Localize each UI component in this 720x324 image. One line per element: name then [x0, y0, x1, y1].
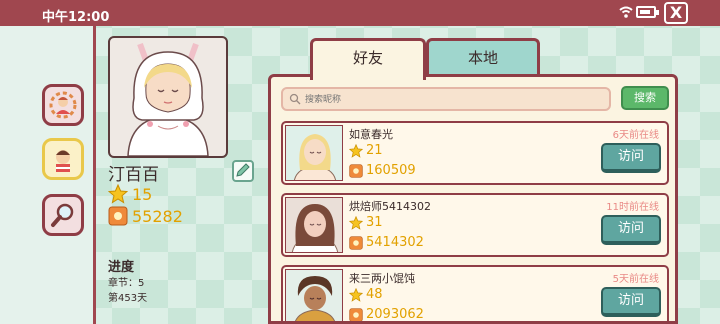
friend-points-value: 2093062 — [366, 307, 424, 322]
clock-time: 中午12:00 — [42, 10, 110, 25]
star-icon — [349, 215, 363, 230]
visit-button[interactable]: 访问 — [601, 143, 661, 173]
tab-local[interactable]: 本地 — [426, 38, 540, 76]
friend-row: 烘焙师5414302 11时前在线 31 5414302 访问 — [281, 193, 669, 257]
flower-coin-icon — [349, 235, 363, 250]
friend-avatar — [285, 197, 343, 253]
friend-points: 160509 — [349, 163, 416, 178]
friend-level: 21 — [349, 143, 383, 158]
flower-coin-icon — [349, 163, 363, 178]
friend-row: 如意春光 6天前在线 21 160509 访问 — [281, 121, 669, 185]
search-icon — [289, 93, 301, 105]
friend-name: 烘焙师5414302 — [349, 200, 431, 213]
player-points-value: 55282 — [132, 206, 183, 226]
friend-points: 5414302 — [349, 235, 424, 250]
friend-last-online: 6天前在线 — [612, 130, 659, 141]
friend-name: 来三两小馄饨 — [349, 272, 415, 285]
friend-last-online: 11时前在线 — [606, 202, 659, 213]
flower-coin-icon — [349, 307, 363, 321]
search-input[interactable] — [305, 91, 605, 109]
friend-last-online: 5天前在线 — [612, 274, 659, 285]
sidebar-settings-person-button[interactable] — [42, 84, 84, 126]
search-button[interactable]: 搜索 — [621, 86, 669, 110]
edit-name-button[interactable] — [232, 160, 254, 182]
friend-name: 如意春光 — [349, 128, 393, 141]
close-button[interactable]: X — [664, 2, 688, 24]
wifi-icon — [619, 6, 633, 18]
pencil-icon — [236, 163, 250, 177]
player-level-value: 15 — [132, 184, 153, 204]
person-gear-icon — [49, 91, 77, 119]
friend-level: 48 — [349, 287, 383, 302]
friend-points-value: 160509 — [366, 163, 416, 178]
friend-portrait — [286, 198, 342, 252]
friend-avatar — [285, 125, 343, 181]
progress-day: 第453天 — [108, 293, 148, 304]
friends-panel: 搜索 如意春光 6天前在线 21 160509 访问 — [268, 74, 678, 324]
star-icon — [349, 287, 363, 302]
player-points: 55282 — [108, 206, 183, 226]
visit-button[interactable]: 访问 — [601, 215, 661, 245]
friend-avatar-icon — [56, 150, 70, 172]
progress-chapter: 章节：5 — [108, 278, 145, 289]
search-field[interactable] — [281, 87, 611, 111]
magnifier-icon — [51, 203, 74, 227]
status-bar: 中午12:00 X — [0, 0, 720, 26]
player-avatar — [108, 36, 228, 158]
sidebar-search-button[interactable] — [42, 194, 84, 236]
progress-title: 进度 — [108, 260, 135, 275]
sidebar-friends-button[interactable] — [42, 138, 84, 180]
friend-row: 来三两小馄饨 5天前在线 48 2093062 访问 — [281, 265, 669, 322]
friend-level-value: 31 — [366, 215, 383, 230]
player-level: 15 — [108, 184, 152, 204]
friend-level: 31 — [349, 215, 383, 230]
tab-friends[interactable]: 好友 — [310, 38, 426, 80]
friend-points: 2093062 — [349, 307, 424, 322]
star-icon — [108, 184, 128, 204]
flower-coin-icon — [108, 206, 128, 226]
star-icon — [349, 143, 363, 158]
battery-icon — [636, 6, 659, 18]
player-name: 汀百百 — [108, 165, 159, 185]
player-portrait — [127, 42, 209, 156]
left-sidebar — [0, 26, 96, 324]
friend-level-value: 21 — [366, 143, 383, 158]
friend-avatar — [285, 269, 343, 321]
friend-portrait — [286, 126, 342, 180]
friend-level-value: 48 — [366, 287, 383, 302]
friend-portrait — [286, 270, 342, 321]
visit-button[interactable]: 访问 — [601, 287, 661, 317]
friend-points-value: 5414302 — [366, 235, 424, 250]
